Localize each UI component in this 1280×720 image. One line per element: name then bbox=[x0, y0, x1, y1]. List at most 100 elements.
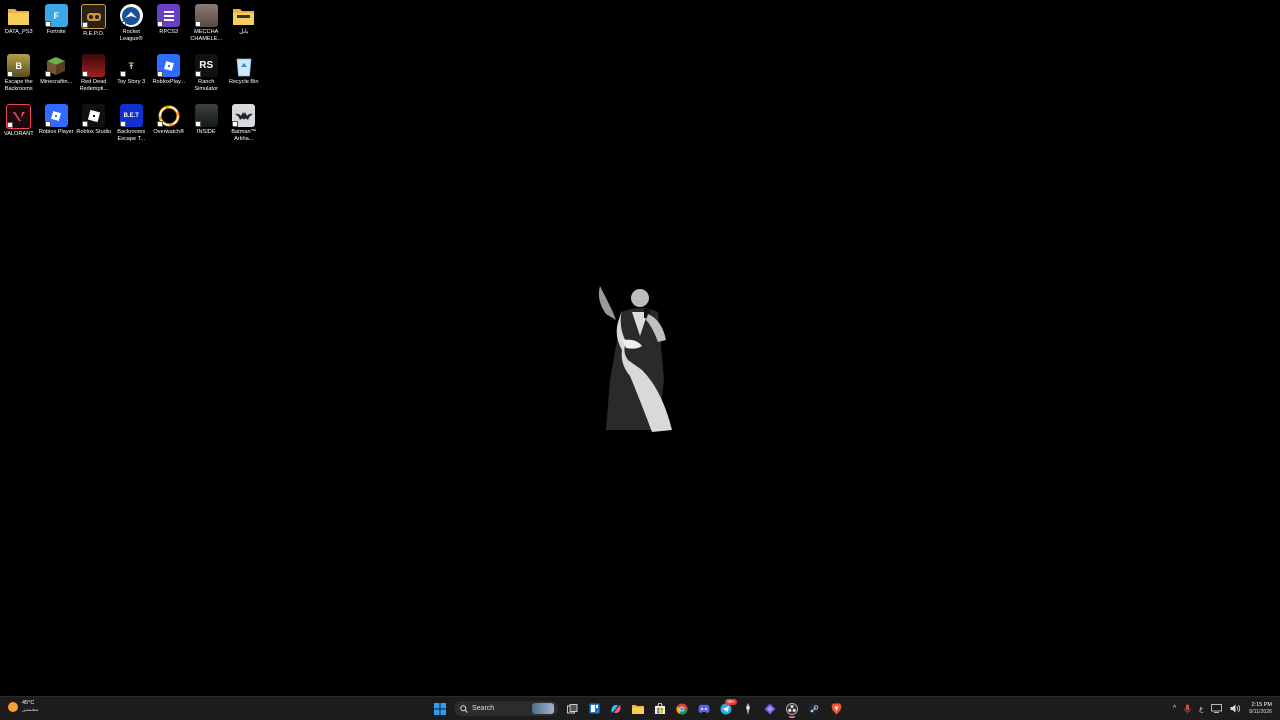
vpn-button[interactable] bbox=[762, 701, 778, 717]
desktop-icon-label: Batman™ Arkha... bbox=[231, 129, 257, 142]
desktop-icon-roblox-play[interactable]: RobloxPlay... bbox=[150, 50, 188, 100]
desktop-icon-label: بابل bbox=[239, 29, 249, 35]
desktop-icon-red-dead[interactable]: Red Dead Redempti... bbox=[75, 50, 113, 100]
desktop-icon-label: INSIDE bbox=[196, 129, 216, 135]
folder-icon bbox=[7, 4, 30, 27]
desktop-icon-data-ps3[interactable]: DATA_PS3 bbox=[0, 0, 38, 50]
desktop-icon-inside[interactable]: INSIDE bbox=[188, 100, 226, 150]
rocket-league-icon bbox=[119, 4, 143, 27]
desktop-icon-batman[interactable]: Batman™ Arkha... bbox=[225, 100, 263, 150]
desktop-icon-label: Rocket League® bbox=[119, 29, 143, 42]
search-highlight-image bbox=[532, 703, 554, 714]
ranch-simulator-icon: RS bbox=[194, 54, 218, 77]
weather-temperature: 45°C bbox=[22, 700, 35, 706]
desktop-icon-rpcs3[interactable]: RPCS3 bbox=[150, 0, 188, 50]
vpn-icon bbox=[764, 703, 776, 714]
desktop-icon-label: Overwatch® bbox=[153, 129, 185, 135]
taskbar-clock[interactable]: 2:15 PM 8/11/2026 bbox=[1249, 702, 1272, 716]
desktop-icon-label: VALORANT bbox=[3, 131, 34, 137]
desktop-icon-label: Fortnite bbox=[46, 29, 66, 35]
batman-icon bbox=[232, 104, 256, 127]
task-view-icon bbox=[566, 703, 577, 713]
volume-icon[interactable] bbox=[1230, 704, 1241, 713]
desktop-icon-overwatch[interactable]: Overwatch® bbox=[150, 100, 188, 150]
chrome-icon bbox=[676, 703, 688, 715]
desktop-icon-label: Roblox Studio bbox=[76, 129, 112, 135]
weather-widget[interactable]: 45°C مشمس bbox=[8, 700, 38, 713]
start-button[interactable] bbox=[432, 701, 448, 717]
weather-description: مشمس bbox=[22, 707, 39, 713]
bet-icon: B.E.T bbox=[119, 104, 143, 127]
desktop-icon-roblox-studio[interactable]: Roblox Studio bbox=[75, 100, 113, 150]
desktop-icon-repo[interactable]: R.E.P.O. bbox=[75, 0, 113, 50]
discord-icon bbox=[698, 704, 710, 713]
valorant-icon bbox=[6, 104, 32, 129]
recycle-bin-icon bbox=[232, 54, 255, 77]
rpcs3-icon bbox=[157, 4, 181, 27]
system-tray: ^ ع 2:15 PM 8/11/2026 bbox=[1173, 699, 1272, 718]
microphone-icon[interactable] bbox=[1184, 704, 1191, 714]
repo-icon bbox=[81, 4, 107, 29]
toy-story-icon: Ŧ bbox=[119, 54, 143, 77]
desktop-icon-label: Roblox Player bbox=[38, 129, 74, 135]
discord-button[interactable] bbox=[696, 701, 712, 717]
task-view-button[interactable] bbox=[564, 701, 580, 717]
desktop-icon-valorant[interactable]: VALORANT bbox=[0, 100, 38, 150]
overwatch-icon bbox=[157, 104, 180, 127]
taskbar-search[interactable]: Search bbox=[454, 701, 558, 716]
desktop-icon-meccha-chameleon[interactable]: MECCHA CHAMELE... bbox=[188, 0, 226, 50]
desktop-icon-label: Backrooms Escape T... bbox=[117, 129, 146, 142]
desktop: DATA_PS3 F Fortnite R.E.P.O. Rocket Leag… bbox=[0, 0, 1280, 696]
desktop-icon-babel-folder[interactable]: بابل bbox=[225, 0, 263, 50]
desktop-icon-label: RobloxPlay... bbox=[152, 79, 186, 85]
roblox-icon bbox=[157, 54, 181, 77]
widgets-button[interactable] bbox=[586, 701, 602, 717]
clock-time: 2:15 PM bbox=[1251, 701, 1272, 708]
meccha-chameleon-icon bbox=[194, 4, 218, 27]
taskbar-apps: Search 99+ bbox=[432, 698, 844, 718]
desktop-icon-fortnite[interactable]: F Fortnite bbox=[38, 0, 76, 50]
windows-icon bbox=[434, 702, 446, 715]
app-icon bbox=[746, 702, 750, 715]
steam-icon bbox=[808, 703, 820, 714]
inside-icon bbox=[194, 104, 218, 127]
steam-button[interactable] bbox=[806, 701, 822, 717]
roblox-studio-icon bbox=[82, 104, 106, 127]
fortnite-icon: F bbox=[44, 4, 68, 27]
desktop-icon-label: MECCHA CHAMELE... bbox=[190, 29, 223, 42]
taskbar: 45°C مشمس Search 99+ ^ ع 2:15 PM 8/11/20… bbox=[0, 696, 1280, 720]
roblox-icon bbox=[44, 104, 68, 127]
telegram-button[interactable]: 99+ bbox=[718, 698, 737, 717]
desktop-icon-minecraft[interactable]: Minecraftin... bbox=[38, 50, 76, 100]
desktop-icon-roblox-player[interactable]: Roblox Player bbox=[38, 100, 76, 150]
active-indicator bbox=[789, 716, 795, 718]
desktop-icon-label: Minecraftin... bbox=[40, 79, 73, 85]
copilot-button[interactable] bbox=[608, 701, 624, 717]
desktop-icon-ranch-simulator[interactable]: RS Ranch Simulator bbox=[188, 50, 226, 100]
desktop-icon-toy-story[interactable]: Ŧ Toy Story 3 bbox=[113, 50, 151, 100]
network-icon[interactable] bbox=[1211, 704, 1223, 713]
folder-icon bbox=[232, 4, 255, 27]
notification-badge: 99+ bbox=[725, 698, 737, 705]
desktop-icon-grid: DATA_PS3 F Fortnite R.E.P.O. Rocket Leag… bbox=[0, 0, 263, 150]
input-language-indicator[interactable]: ع bbox=[1199, 705, 1203, 713]
desktop-icon-label: Toy Story 3 bbox=[117, 79, 146, 85]
red-dead-icon bbox=[82, 54, 106, 77]
obs-button[interactable] bbox=[784, 701, 800, 718]
file-explorer-button[interactable] bbox=[630, 701, 646, 717]
desktop-icon-recycle-bin[interactable]: Recycle Bin bbox=[225, 50, 263, 100]
desktop-icon-escape-backrooms[interactable]: B Escape the Backrooms bbox=[0, 50, 38, 100]
chevron-up-icon[interactable]: ^ bbox=[1173, 705, 1176, 712]
desktop-icon-label: Ranch Simulator bbox=[194, 79, 219, 92]
desktop-icon-rocket-league[interactable]: Rocket League® bbox=[113, 0, 151, 50]
desktop-icon-label: Red Dead Redempti... bbox=[79, 79, 109, 92]
store-button[interactable] bbox=[652, 701, 668, 717]
desktop-icon-label: Escape the Backrooms bbox=[4, 79, 33, 92]
brave-button[interactable] bbox=[828, 701, 844, 717]
search-placeholder: Search bbox=[472, 705, 495, 712]
widgets-icon bbox=[589, 703, 599, 714]
app-button[interactable] bbox=[740, 701, 756, 717]
desktop-icon-backrooms-escape[interactable]: B.E.T Backrooms Escape T... bbox=[113, 100, 151, 150]
obs-icon bbox=[786, 702, 798, 715]
chrome-button[interactable] bbox=[674, 701, 690, 717]
